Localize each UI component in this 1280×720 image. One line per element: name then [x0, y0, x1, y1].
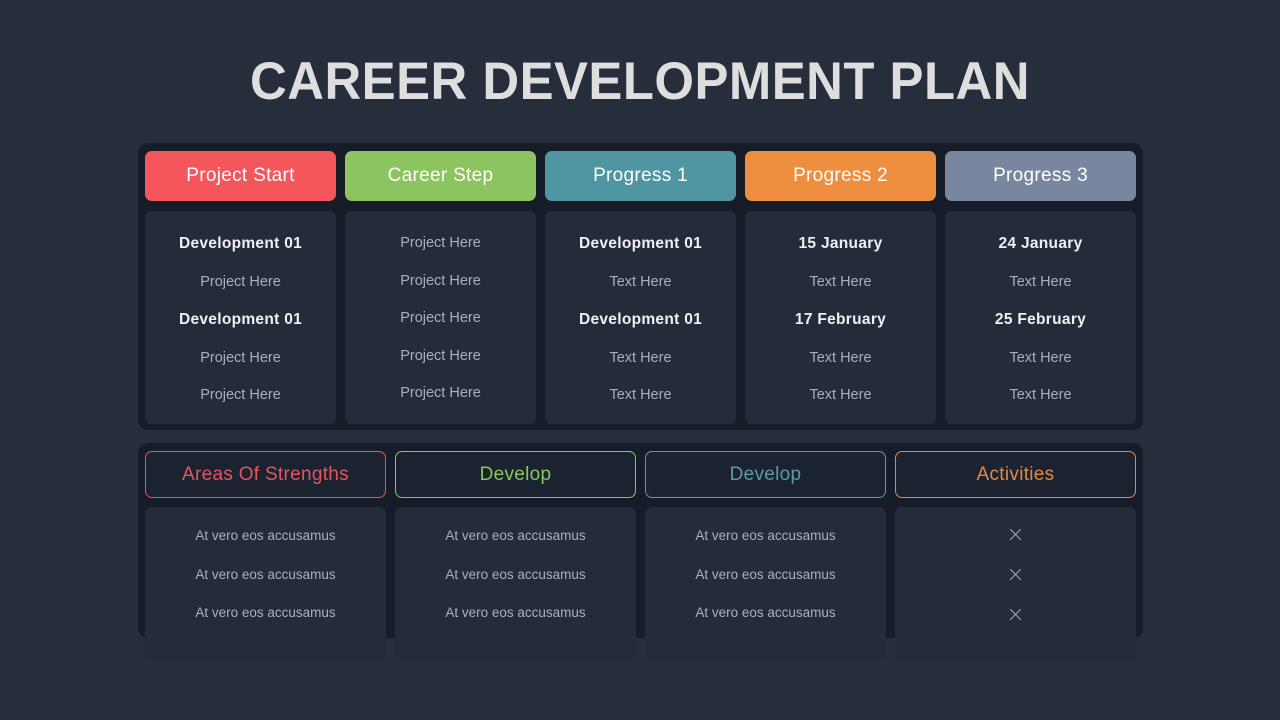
timeline-row-item: Text Here — [1009, 387, 1072, 403]
assessment-row-item: At vero eos accusamus — [445, 566, 586, 582]
assessment-row-item: At vero eos accusamus — [195, 566, 336, 582]
timeline-row-item: Project Here — [400, 310, 481, 326]
timeline-row-heading: Development 01 — [178, 235, 303, 252]
timeline-row-item: Text Here — [1009, 273, 1072, 290]
timeline-row-item: Project Here — [400, 272, 481, 289]
assessment-button-4[interactable]: Activities — [895, 451, 1136, 498]
close-icon — [1008, 607, 1023, 622]
timeline-row-item: Text Here — [609, 349, 672, 366]
assessment-button-2[interactable]: Develop — [395, 451, 636, 498]
timeline-row-item: Text Here — [1009, 349, 1072, 366]
assessment-row-icon[interactable] — [901, 525, 1130, 544]
assessment-row-icon[interactable] — [901, 605, 1130, 624]
timeline-row-heading: 17 February — [794, 311, 887, 328]
assessment-row-icon[interactable] — [901, 565, 1130, 584]
timeline-card-5: 24 January Text Here 25 February Text Here T… — [945, 211, 1136, 424]
slide-canvas: CAREER DEVELOPMENT PLAN Project Start Car… — [0, 0, 1280, 720]
timeline-panel: Project Start Career Step Progress 1 Progre… — [138, 143, 1143, 430]
timeline-row-item: Project Here — [400, 347, 481, 364]
assessment-row-item: At vero eos accusamus — [445, 528, 586, 543]
timeline-pill-5[interactable]: Progress 3 — [945, 151, 1136, 201]
assessment-row-item: At vero eos accusamus — [695, 566, 836, 582]
timeline-row-item: Text Here — [809, 387, 872, 403]
assessment-row-item: At vero eos accusamus — [195, 528, 336, 543]
assessment-card-1: At vero eos accusamus At vero eos accusam… — [145, 507, 386, 659]
timeline-row-item: Project Here — [200, 349, 281, 366]
assessment-row-item: At vero eos accusamus — [695, 605, 836, 620]
timeline-row-heading: 15 January — [798, 235, 883, 252]
timeline-row-heading: 24 January — [998, 235, 1083, 252]
assessment-row-item: At vero eos accusamus — [695, 528, 836, 543]
page-title: CAREER DEVELOPMENT PLAN — [250, 52, 1030, 111]
timeline-row-item: Text Here — [809, 273, 872, 290]
timeline-header-row: Project Start Career Step Progress 1 Progre… — [145, 151, 1136, 201]
assessment-panel: Areas Of Strengths Develop Develop Activiti… — [138, 443, 1143, 659]
close-icon — [1008, 527, 1023, 542]
assessment-button-3[interactable]: Develop — [645, 451, 886, 498]
timeline-card-1: Development 01 Project Here Development 01… — [145, 211, 336, 424]
timeline-pill-2[interactable]: Career Step — [345, 151, 536, 201]
assessment-card-3: At vero eos accusamus At vero eos accusam… — [645, 507, 886, 659]
assessment-header-row: Areas Of Strengths Develop Develop Activiti… — [145, 451, 1136, 498]
timeline-row-heading: Development 01 — [578, 311, 703, 328]
timeline-row-heading: Development 01 — [578, 235, 703, 252]
timeline-row-heading: 25 February — [994, 311, 1087, 328]
timeline-row-heading: Development 01 — [178, 311, 303, 328]
timeline-row-item: Project Here — [200, 273, 281, 290]
timeline-row-item: Text Here — [609, 273, 672, 290]
timeline-row-item: Project Here — [400, 235, 481, 251]
assessment-card-4 — [895, 507, 1136, 659]
timeline-row-item: Project Here — [200, 387, 281, 403]
timeline-card-2: Project Here Project Here Project Here Proj… — [345, 211, 536, 424]
timeline-card-3: Development 01 Text Here Development 01 Tex… — [545, 211, 736, 424]
timeline-pill-3[interactable]: Progress 1 — [545, 151, 736, 201]
timeline-pill-4[interactable]: Progress 2 — [745, 151, 936, 201]
timeline-pill-1[interactable]: Project Start — [145, 151, 336, 201]
assessment-card-2: At vero eos accusamus At vero eos accusam… — [395, 507, 636, 659]
assessment-button-1[interactable]: Areas Of Strengths — [145, 451, 386, 498]
timeline-row-item: Text Here — [609, 387, 672, 403]
timeline-column-row: Development 01 Project Here Development 01… — [145, 211, 1136, 424]
close-icon — [1008, 567, 1023, 582]
timeline-row-item: Text Here — [809, 349, 872, 366]
timeline-row-item: Project Here — [400, 385, 481, 401]
assessment-row-item: At vero eos accusamus — [445, 605, 586, 620]
assessment-row-item: At vero eos accusamus — [195, 605, 336, 620]
assessment-column-row: At vero eos accusamus At vero eos accusam… — [145, 507, 1136, 659]
timeline-card-4: 15 January Text Here 17 February Text Here T… — [745, 211, 936, 424]
